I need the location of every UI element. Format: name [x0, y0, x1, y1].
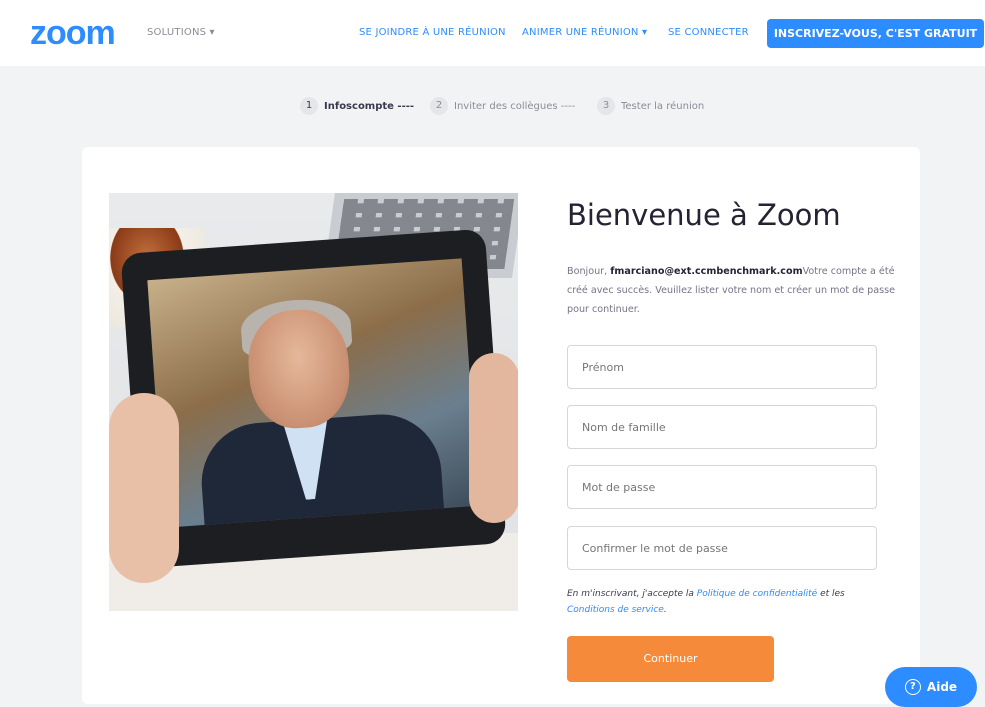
terms-middle: et les — [817, 589, 845, 599]
sign-in-link[interactable]: SE CONNECTER — [668, 27, 749, 38]
terms-notice: En m'inscrivant, j'accepte la Politique … — [567, 586, 887, 618]
step-label: Inviter des collègues ---- — [454, 100, 576, 112]
continue-button[interactable]: Continuer — [567, 636, 774, 682]
right-hand — [469, 353, 518, 523]
solutions-menu[interactable]: SOLUTIONS ▾ — [147, 27, 215, 38]
join-meeting-link[interactable]: SE JOINDRE À UNE RÉUNION — [359, 27, 506, 38]
help-button[interactable]: ? Aide — [885, 667, 977, 707]
privacy-policy-link[interactable]: Politique de confidentialité — [697, 589, 817, 599]
tablet-video-call-photo — [109, 193, 518, 611]
step-number: 3 — [597, 97, 615, 115]
intro-prefix: Bonjour, — [567, 266, 611, 277]
question-circle-icon: ? — [904, 679, 921, 695]
step-test-meeting: 3 Tester la réunion — [597, 97, 704, 115]
left-hand — [109, 393, 179, 583]
step-label: Tester la réunion — [621, 100, 705, 112]
welcome-text: Bonjour, fmarciano@ext.ccmbenchmark.comV… — [567, 262, 912, 319]
top-navigation: zoom SOLUTIONS ▾ SE JOINDRE À UNE RÉUNIO… — [0, 0, 985, 66]
terms-prefix: En m'inscrivant, j'accepte la — [567, 589, 697, 599]
step-account-info: 1 Infoscompte ---- — [300, 97, 414, 115]
first-name-input[interactable] — [567, 345, 877, 389]
step-invite-colleagues: 2 Inviter des collègues ---- — [430, 97, 575, 115]
step-number: 2 — [430, 97, 448, 115]
account-email: fmarciano@ext.ccmbenchmark.com — [610, 266, 803, 277]
step-number: 1 — [300, 97, 318, 115]
password-input[interactable] — [567, 465, 877, 509]
host-meeting-menu[interactable]: ANIMER UNE RÉUNION ▾ — [522, 27, 647, 38]
zoom-logo[interactable]: zoom — [30, 14, 116, 53]
last-name-input[interactable] — [567, 405, 877, 449]
help-label: Aide — [926, 680, 958, 694]
sign-up-button[interactable]: INSCRIVEZ-VOUS, C'EST GRATUIT — [767, 19, 984, 48]
page-title: Bienvenue à Zoom — [567, 198, 841, 232]
terms-of-service-link[interactable]: Conditions de service — [567, 605, 664, 615]
confirm-password-input[interactable] — [567, 526, 877, 570]
terms-end: . — [663, 605, 667, 615]
signup-steps: 1 Infoscompte ---- 2 Inviter des collègu… — [300, 97, 720, 117]
step-label: Infoscompte ---- — [324, 100, 415, 112]
tablet-screen — [147, 258, 479, 528]
